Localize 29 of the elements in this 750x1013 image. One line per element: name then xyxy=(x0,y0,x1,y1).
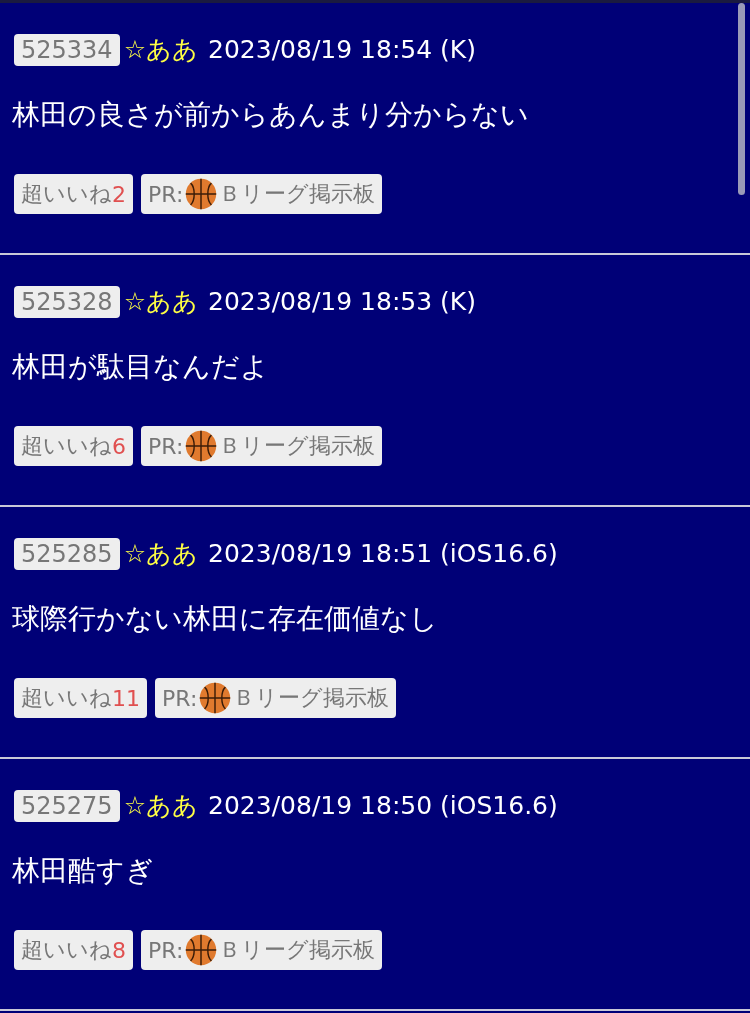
poster-name: ☆ああ xyxy=(123,34,199,66)
board-link-button[interactable]: PR: Ｂリーグ掲示板 xyxy=(141,174,383,214)
basketball-icon xyxy=(185,430,218,462)
poster-name: ☆ああ xyxy=(123,538,199,570)
post-number[interactable]: 525334 xyxy=(14,33,120,66)
post-number[interactable]: 525328 xyxy=(14,285,120,318)
like-button[interactable]: 超いいね11 xyxy=(14,678,147,718)
like-button[interactable]: 超いいね8 xyxy=(14,930,133,970)
post-text: 林田の良さが前からあんまり分からない xyxy=(12,97,530,133)
board-link-button[interactable]: PR: Ｂリーグ掲示板 xyxy=(155,678,397,718)
post-number[interactable]: 525275 xyxy=(14,789,120,822)
poster-name: ☆ああ xyxy=(123,286,199,318)
board-link-button[interactable]: PR: Ｂリーグ掲示板 xyxy=(141,426,383,466)
like-button[interactable]: 超いいね6 xyxy=(14,426,133,466)
post-date: 2023/08/19 18:54 (K) xyxy=(208,35,476,64)
post-date: 2023/08/19 18:51 (iOS16.6) xyxy=(208,539,558,568)
post-text: 球際行かない林田に存在価値なし xyxy=(12,601,439,637)
basketball-icon xyxy=(185,934,218,966)
board-link-button[interactable]: PR: Ｂリーグ掲示板 xyxy=(141,930,383,970)
poster-name: ☆ああ xyxy=(123,790,199,822)
scrollbar[interactable] xyxy=(738,3,745,195)
basketball-icon xyxy=(185,178,218,210)
post-text: 林田酷すぎ xyxy=(12,853,155,889)
post-date: 2023/08/19 18:50 (iOS16.6) xyxy=(208,791,558,820)
like-button[interactable]: 超いいね2 xyxy=(14,174,133,214)
post-number[interactable]: 525285 xyxy=(14,537,120,570)
basketball-icon xyxy=(199,682,232,714)
post-text: 林田が駄目なんだよ xyxy=(12,349,270,385)
post-date: 2023/08/19 18:53 (K) xyxy=(208,287,476,316)
